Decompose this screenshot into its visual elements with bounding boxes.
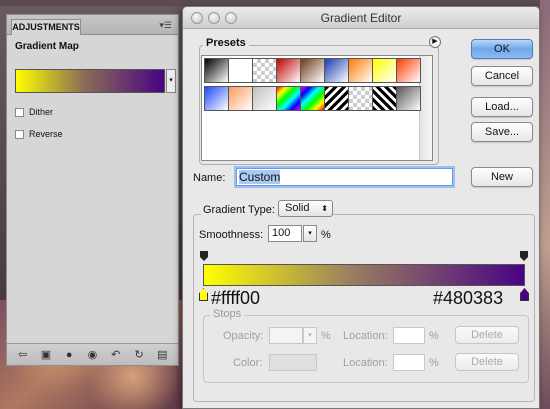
preset-swatch[interactable]	[372, 86, 397, 111]
name-value: Custom	[239, 170, 281, 184]
opacity-dropdown[interactable]: ▾	[303, 327, 317, 344]
adjustments-panel: ADJUSTMENTS ▾☰ Gradient Map ▾ Dither Rev…	[6, 14, 179, 366]
color-location-percent: %	[429, 357, 439, 369]
reverse-checkbox[interactable]	[15, 129, 24, 139]
opacity-location-label: Location:	[343, 330, 388, 342]
preset-swatch[interactable]	[228, 58, 253, 83]
opacity-field[interactable]	[269, 327, 303, 344]
dither-row[interactable]: Dither	[15, 107, 53, 117]
gradient-type-select[interactable]: Solid ⬍	[278, 200, 333, 217]
panel-view-icon[interactable]: ▣	[39, 348, 53, 361]
visibility-eye-icon[interactable]: ◉	[85, 348, 99, 361]
background-right-edge	[540, 0, 550, 409]
reverse-row[interactable]: Reverse	[15, 129, 63, 139]
window-titlebar: Gradient Editor	[183, 7, 539, 29]
smoothness-field[interactable]: 100	[268, 225, 302, 242]
color-stop-left-hex: #ffff00	[211, 288, 261, 308]
new-button[interactable]: New	[471, 167, 533, 187]
back-arrow-icon[interactable]: ⇦	[16, 348, 30, 361]
trash-icon[interactable]: ▤	[155, 348, 169, 361]
preset-swatch[interactable]	[228, 86, 253, 111]
preset-swatch[interactable]	[348, 86, 373, 111]
dither-checkbox[interactable]	[15, 107, 24, 117]
opacity-delete-button[interactable]: Delete	[455, 326, 519, 344]
presets-label: Presets	[203, 37, 249, 49]
preset-swatch[interactable]	[252, 58, 277, 83]
color-delete-button[interactable]: Delete	[455, 353, 519, 371]
color-stop-right-hex: #480383	[433, 288, 504, 308]
preset-swatch[interactable]	[348, 58, 373, 83]
reset-icon[interactable]: ↻	[132, 348, 146, 361]
stops-label: Stops	[210, 308, 245, 320]
smoothness-label: Smoothness:	[199, 229, 264, 241]
clip-layer-icon[interactable]: ●	[62, 349, 76, 361]
preset-swatch[interactable]	[324, 58, 349, 83]
name-label: Name:	[193, 172, 226, 184]
previous-state-icon[interactable]: ↶	[109, 348, 123, 361]
preset-swatch[interactable]	[276, 58, 301, 83]
preset-swatch[interactable]	[300, 58, 325, 83]
gradient-type-value: Solid	[285, 202, 310, 214]
adjustments-tabbar: ADJUSTMENTS ▾☰	[7, 15, 178, 35]
gradient-editor-window: Gradient Editor Presets ▶ OK Cancel Load…	[182, 6, 540, 409]
smoothness-dropdown[interactable]: ▾	[303, 225, 317, 242]
preset-swatch[interactable]	[252, 86, 277, 111]
preset-swatch[interactable]	[372, 58, 397, 83]
gradient-map-preview[interactable]	[15, 69, 165, 93]
opacity-location-field[interactable]	[393, 327, 425, 344]
gradient-map-title: Gradient Map	[15, 41, 79, 52]
select-arrow-icon: ⬍	[321, 204, 328, 213]
window-title: Gradient Editor	[320, 11, 402, 25]
ok-button[interactable]: OK	[471, 39, 533, 59]
preset-swatch[interactable]	[204, 86, 229, 111]
dither-label: Dither	[29, 107, 54, 117]
gradient-preview-bar[interactable]	[203, 264, 525, 286]
name-field[interactable]: Custom	[236, 168, 453, 186]
save-button[interactable]: Save...	[471, 122, 533, 142]
preset-swatch[interactable]	[300, 86, 325, 111]
load-button[interactable]: Load...	[471, 97, 533, 117]
preset-swatch[interactable]	[276, 86, 301, 111]
adjustments-tab[interactable]: ADJUSTMENTS	[11, 19, 81, 35]
presets-swatch-area	[201, 55, 433, 161]
opacity-location-percent: %	[429, 330, 439, 342]
color-field[interactable]	[269, 354, 317, 371]
preset-swatch[interactable]	[396, 58, 421, 83]
opacity-label: Opacity:	[223, 330, 264, 342]
preset-swatch[interactable]	[324, 86, 349, 111]
smoothness-percent: %	[321, 229, 331, 241]
preset-swatch[interactable]	[396, 86, 421, 111]
presets-menu-icon[interactable]: ▶	[429, 36, 441, 48]
color-label: Color:	[233, 357, 263, 369]
adjustments-toolbar: ⇦ ▣ ● ◉ ↶ ↻ ▤	[7, 343, 178, 365]
preset-swatch[interactable]	[204, 58, 229, 83]
color-location-label: Location:	[343, 357, 388, 369]
gradient-map-dropdown[interactable]: ▾	[166, 69, 176, 93]
cancel-button[interactable]: Cancel	[471, 66, 533, 86]
color-location-field[interactable]	[393, 354, 425, 371]
panel-menu-icon[interactable]: ▾☰	[159, 20, 172, 31]
reverse-label: Reverse	[29, 129, 63, 139]
gradient-type-label: Gradient Type:	[201, 204, 277, 216]
opacity-percent: %	[321, 330, 331, 342]
